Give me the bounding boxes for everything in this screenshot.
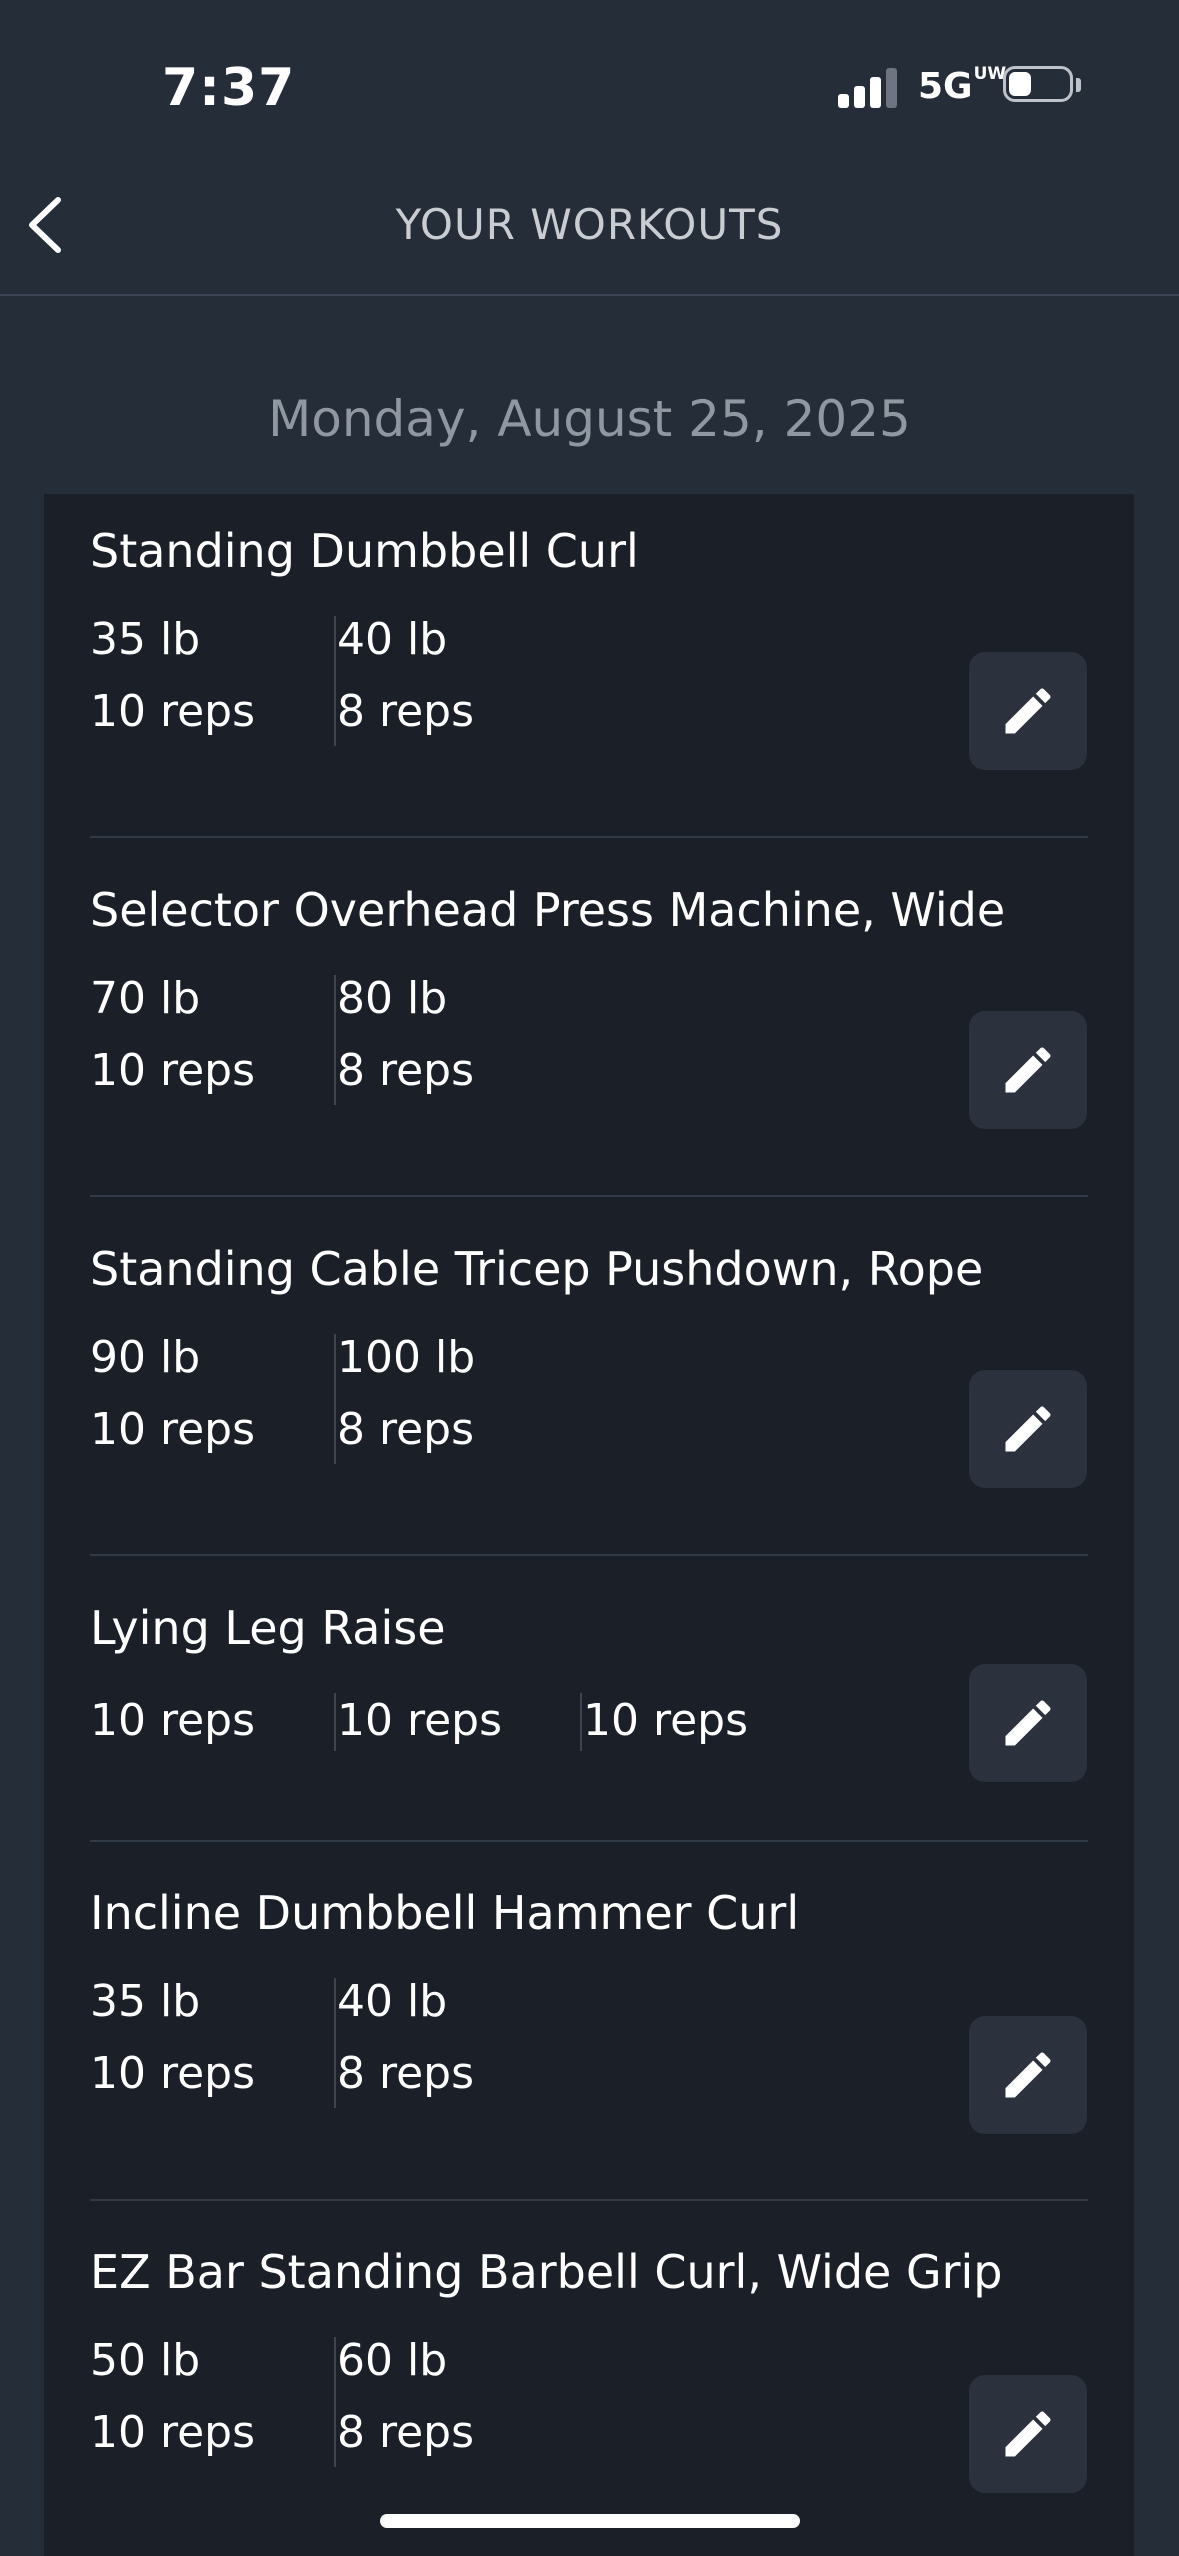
set-reps: 10 reps bbox=[90, 686, 256, 737]
set-weight: 40 lb bbox=[337, 614, 448, 665]
set-divider bbox=[334, 1334, 336, 1464]
row-divider bbox=[90, 2199, 1088, 2201]
set-reps: 8 reps bbox=[337, 686, 475, 737]
set-reps: 10 reps bbox=[90, 2048, 256, 2099]
edit-button[interactable] bbox=[969, 2016, 1087, 2134]
workout-name: Standing Cable Tricep Pushdown, Rope bbox=[90, 1242, 984, 1296]
set-2: 80 lb 8 reps bbox=[337, 963, 474, 1107]
edit-button[interactable] bbox=[969, 1664, 1087, 1782]
nav-header: YOUR WORKOUTS bbox=[0, 150, 1179, 296]
set-2: 60 lb 8 reps bbox=[337, 2325, 474, 2469]
set-reps: 8 reps bbox=[337, 2048, 475, 2099]
workout-date: Monday, August 25, 2025 bbox=[268, 390, 911, 448]
set-1: 10 reps bbox=[90, 1685, 255, 1757]
pencil-icon bbox=[1005, 2052, 1051, 2098]
status-bar: 7:37 5GUW bbox=[0, 0, 1179, 150]
network-sup: UW bbox=[973, 64, 1007, 84]
set-weight: 35 lb bbox=[90, 614, 201, 665]
pencil-icon bbox=[1005, 1406, 1051, 1452]
set-2: 40 lb 8 reps bbox=[337, 1966, 474, 2110]
set-reps: 8 reps bbox=[337, 2407, 475, 2458]
set-weight: 35 lb bbox=[90, 1976, 201, 2027]
status-time: 7:37 bbox=[162, 58, 296, 118]
set-weight: 80 lb bbox=[337, 973, 448, 1024]
set-3: 10 reps bbox=[583, 1685, 748, 1757]
set-weight: 40 lb bbox=[337, 1976, 448, 2027]
home-indicator[interactable] bbox=[380, 2514, 800, 2528]
set-divider bbox=[334, 975, 336, 1105]
workout-list: Standing Dumbbell Curl 35 lb 10 reps 40 l… bbox=[44, 494, 1134, 2556]
pencil-icon bbox=[1005, 1047, 1051, 1093]
edit-button[interactable] bbox=[969, 1011, 1087, 1129]
set-reps: 8 reps bbox=[337, 1404, 475, 1455]
set-divider bbox=[334, 1693, 336, 1751]
set-reps: 10 reps bbox=[90, 1404, 256, 1455]
set-1: 90 lb 10 reps bbox=[90, 1322, 255, 1466]
set-2: 100 lb 8 reps bbox=[337, 1322, 475, 1466]
set-weight: 100 lb bbox=[337, 1332, 476, 1383]
cellular-signal-icon bbox=[838, 66, 898, 108]
set-2: 40 lb 8 reps bbox=[337, 604, 474, 748]
set-weight: 90 lb bbox=[90, 1332, 201, 1383]
row-divider bbox=[90, 1554, 1088, 1556]
set-weight: 60 lb bbox=[337, 2335, 448, 2386]
set-reps: 10 reps bbox=[90, 2407, 256, 2458]
set-reps: 10 reps bbox=[583, 1695, 749, 1746]
battery-icon bbox=[1003, 66, 1081, 106]
set-1: 35 lb 10 reps bbox=[90, 604, 255, 748]
set-divider bbox=[334, 616, 336, 746]
set-2: 10 reps bbox=[337, 1685, 502, 1757]
edit-button[interactable] bbox=[969, 652, 1087, 770]
edit-button[interactable] bbox=[969, 2375, 1087, 2493]
set-reps: 10 reps bbox=[90, 1045, 256, 1096]
set-divider bbox=[334, 1978, 336, 2108]
workout-name: Lying Leg Raise bbox=[90, 1601, 446, 1655]
set-reps: 8 reps bbox=[337, 1045, 475, 1096]
set-divider bbox=[580, 1693, 582, 1751]
workout-name: Selector Overhead Press Machine, Wide bbox=[90, 883, 1006, 937]
pencil-icon bbox=[1005, 1700, 1051, 1746]
set-divider bbox=[334, 2337, 336, 2467]
edit-button[interactable] bbox=[969, 1370, 1087, 1488]
set-1: 70 lb 10 reps bbox=[90, 963, 255, 1107]
workout-name: Incline Dumbbell Hammer Curl bbox=[90, 1886, 800, 1940]
page-title: YOUR WORKOUTS bbox=[395, 200, 784, 249]
pencil-icon bbox=[1005, 688, 1051, 734]
set-1: 50 lb 10 reps bbox=[90, 2325, 255, 2469]
row-divider bbox=[90, 1840, 1088, 1842]
pencil-icon bbox=[1005, 2411, 1051, 2457]
set-weight: 50 lb bbox=[90, 2335, 201, 2386]
row-divider bbox=[90, 836, 1088, 838]
set-weight: 70 lb bbox=[90, 973, 201, 1024]
set-reps: 10 reps bbox=[90, 1695, 256, 1746]
network-label: 5G bbox=[918, 66, 973, 107]
set-1: 35 lb 10 reps bbox=[90, 1966, 255, 2110]
workout-name: Standing Dumbbell Curl bbox=[90, 524, 639, 578]
workout-name: EZ Bar Standing Barbell Curl, Wide Grip bbox=[90, 2245, 1003, 2299]
network-type: 5GUW bbox=[918, 64, 1007, 108]
row-divider bbox=[90, 1195, 1088, 1197]
set-reps: 10 reps bbox=[337, 1695, 503, 1746]
